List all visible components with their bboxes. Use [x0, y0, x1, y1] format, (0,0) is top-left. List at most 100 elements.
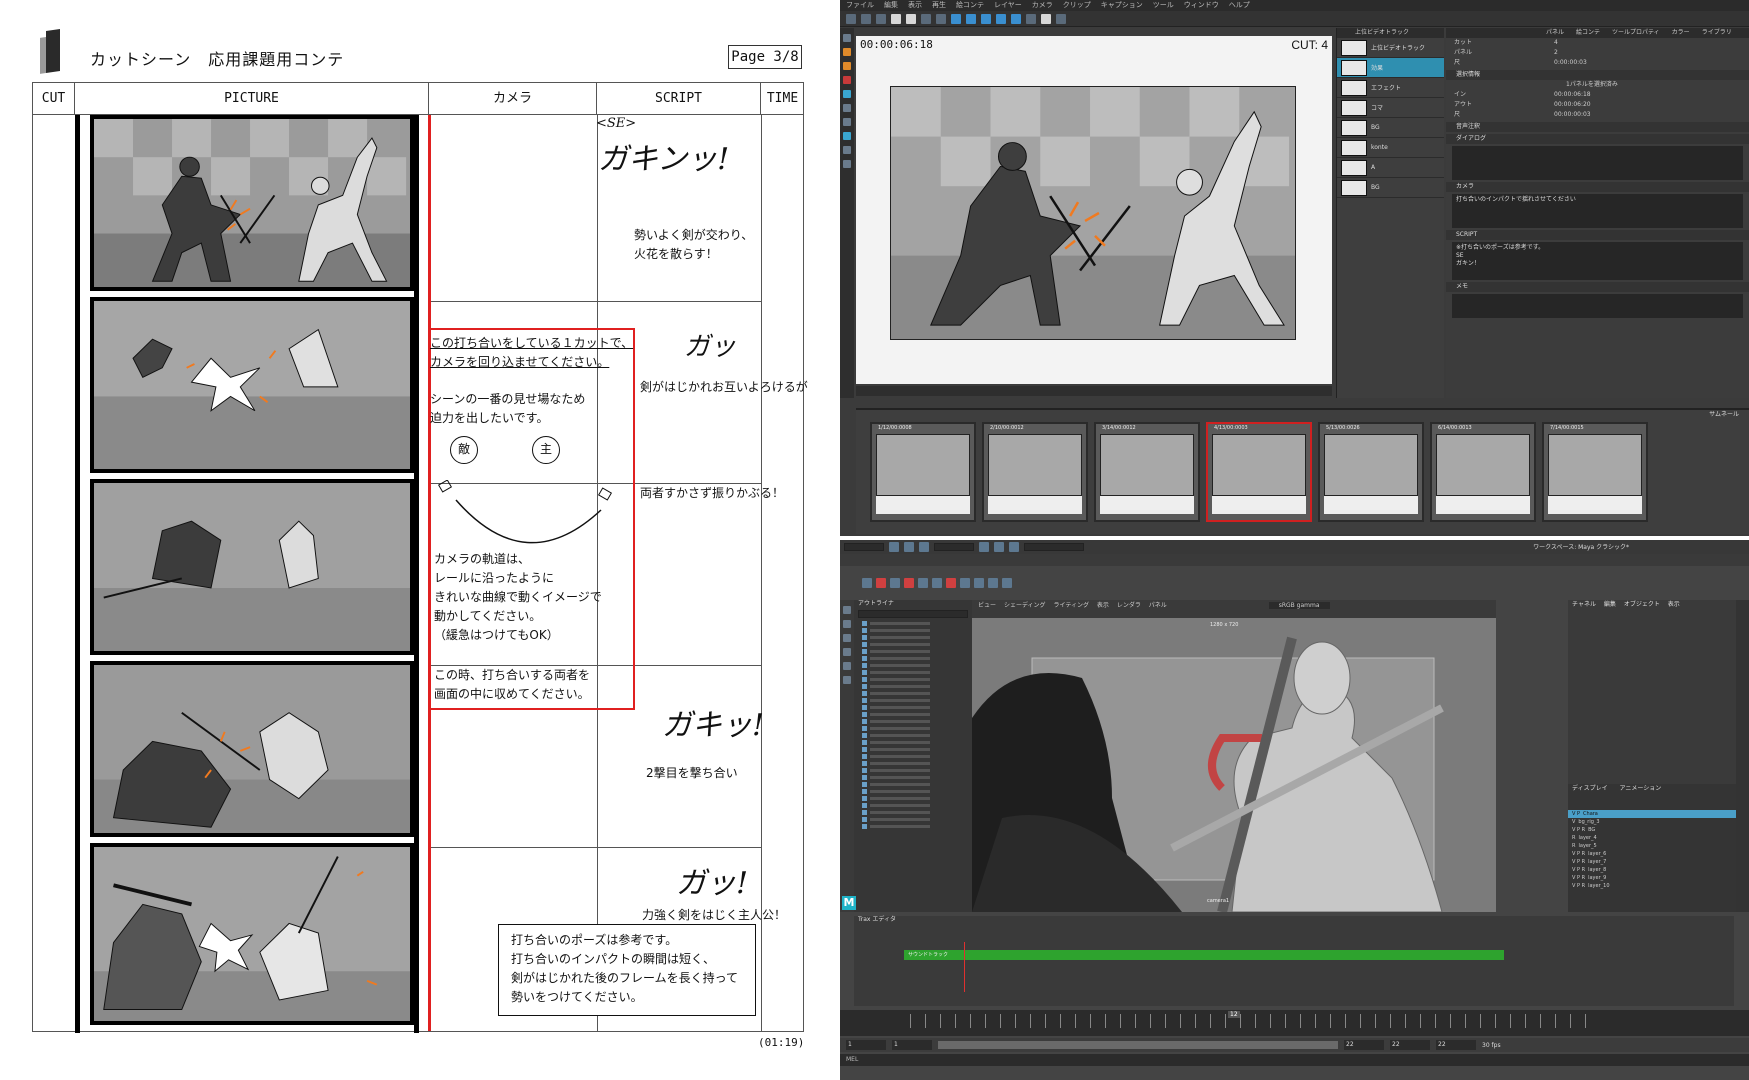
thumbnail-panel[interactable]: 2/10/00:0012	[982, 422, 1088, 522]
shelf-icon[interactable]	[904, 578, 914, 588]
sound-track[interactable]: サウンドトラック	[904, 950, 1504, 960]
vp-menu-show[interactable]: 表示	[1097, 602, 1109, 609]
menu-play[interactable]: 再生	[932, 0, 946, 11]
3d-viewport[interactable]: 1280 x 720 camera1	[972, 618, 1496, 912]
selection-info-section[interactable]: 選択情報	[1446, 70, 1749, 80]
display-layer-row[interactable]: V P Rlayer_7	[1568, 858, 1736, 866]
zoom-icon[interactable]	[1041, 13, 1051, 24]
outliner-item[interactable]	[854, 669, 972, 676]
cut-icon[interactable]	[921, 13, 931, 24]
tab-tool-properties[interactable]: ツールプロパティ	[1612, 28, 1660, 38]
script-section[interactable]: SCRIPT	[1446, 230, 1749, 240]
tab-storyboard[interactable]: 絵コンテ	[1576, 28, 1600, 38]
trax-time-cursor[interactable]	[964, 942, 965, 992]
display-layer-row[interactable]: Rlayer_4	[1568, 834, 1736, 842]
menu-layer[interactable]: レイヤー	[994, 0, 1022, 11]
end-frame-field[interactable]: 22	[1390, 1040, 1430, 1050]
settings-icon[interactable]	[1056, 13, 1066, 24]
display-layer-row[interactable]: V P Chara	[1568, 810, 1736, 818]
tab-color[interactable]: カラー	[1672, 28, 1690, 38]
lasso-tool-icon[interactable]	[843, 620, 851, 628]
render-icon[interactable]	[1009, 542, 1019, 552]
outliner-item[interactable]	[854, 816, 972, 823]
color-management-dropdown[interactable]: sRGB gamma	[1268, 602, 1330, 609]
tab-panel[interactable]: パネル	[1546, 28, 1564, 38]
prop-duration[interactable]: 尺 0:00:00:03	[1446, 58, 1749, 68]
outliner-item[interactable]	[854, 627, 972, 634]
layer-row-selected[interactable]: 効果	[1337, 58, 1444, 78]
save-scene-icon[interactable]	[919, 542, 929, 552]
storyboard-canvas[interactable]: 00:00:06:18 CUT: 4	[856, 36, 1332, 384]
thumbnail-panel[interactable]: 5/13/00:0026	[1318, 422, 1424, 522]
workspace-label[interactable]: ワークスペース: Maya クラシック*	[1533, 542, 1629, 551]
shelf-icon[interactable]	[932, 578, 942, 588]
shelf-icon[interactable]	[890, 578, 900, 588]
select-tool-icon[interactable]	[843, 606, 851, 614]
outliner-item[interactable]	[854, 788, 972, 795]
command-line[interactable]: MEL	[840, 1054, 1749, 1066]
thumbnail-panel[interactable]: 6/14/00:0013	[1430, 422, 1536, 522]
shelf-icon[interactable]	[960, 578, 970, 588]
shelf-icon[interactable]	[918, 578, 928, 588]
time-slider[interactable]: 12	[840, 1010, 1749, 1036]
display-layer-row[interactable]: Vbg_rig_3	[1568, 818, 1736, 826]
redo-icon[interactable]	[906, 13, 916, 24]
snap-curve-icon[interactable]	[994, 542, 1004, 552]
dialogue-field[interactable]	[1452, 146, 1743, 180]
panel-add-icon[interactable]	[966, 13, 976, 24]
outliner-item[interactable]	[854, 725, 972, 732]
outliner-item[interactable]	[854, 620, 972, 627]
memo-field[interactable]	[1452, 294, 1743, 318]
vp-menu-shading[interactable]: シェーディング	[1004, 602, 1046, 609]
menu-set-dropdown[interactable]	[844, 543, 884, 551]
outliner-item[interactable]	[854, 718, 972, 725]
move-tool-icon[interactable]	[843, 648, 851, 656]
paste-icon[interactable]	[951, 13, 961, 24]
tab-animation[interactable]: アニメーション	[1620, 785, 1662, 792]
script-field[interactable]: ※打ち合いのポーズは参考です。 SE ガキン！	[1452, 242, 1743, 280]
hand-tool-icon[interactable]	[843, 146, 851, 154]
paint-select-icon[interactable]	[843, 634, 851, 642]
camera-icon[interactable]	[996, 13, 1006, 24]
cb-menu-channels[interactable]: チャネル	[1572, 601, 1596, 608]
shelf-icon[interactable]	[862, 578, 872, 588]
outliner-item[interactable]	[854, 746, 972, 753]
thumbnail-panel[interactable]: 1/12/00:0008	[870, 422, 976, 522]
outliner-item[interactable]	[854, 739, 972, 746]
layer-row[interactable]: 上位ビデオトラック	[1337, 38, 1444, 58]
outliner-item[interactable]	[854, 732, 972, 739]
thumbnail-panel[interactable]: 3/14/00:0012	[1094, 422, 1200, 522]
fps-dropdown[interactable]: 30 fps	[1482, 1042, 1501, 1049]
menu-edit[interactable]: 編集	[884, 0, 898, 11]
new-scene-icon[interactable]	[889, 542, 899, 552]
layer-row[interactable]: BG	[1337, 118, 1444, 138]
shelf-icon[interactable]	[974, 578, 984, 588]
thumbnail-panel-selected[interactable]: 4/13/00:0003	[1206, 422, 1312, 522]
outliner-item[interactable]	[854, 809, 972, 816]
thumbnail-panel[interactable]: 7/14/00:0015	[1542, 422, 1648, 522]
outliner-item[interactable]	[854, 760, 972, 767]
menu-help[interactable]: ヘルプ	[1229, 0, 1250, 11]
outliner-item[interactable]	[854, 753, 972, 760]
layer-row[interactable]: BG	[1337, 178, 1444, 198]
text-tool-icon[interactable]	[843, 104, 851, 112]
display-layer-row[interactable]: V P Rlayer_8	[1568, 866, 1736, 874]
menu-tools[interactable]: ツール	[1153, 0, 1174, 11]
shelf-icon[interactable]	[946, 578, 956, 588]
outliner-item[interactable]	[854, 704, 972, 711]
shape-tool-icon[interactable]	[843, 90, 851, 98]
open-scene-icon[interactable]	[904, 542, 914, 552]
layer-panel-tab[interactable]: 上位ビデオトラック	[1337, 28, 1444, 38]
outliner-item[interactable]	[854, 662, 972, 669]
outliner-item[interactable]	[854, 676, 972, 683]
outliner-item[interactable]	[854, 711, 972, 718]
menu-camera[interactable]: カメラ	[1032, 0, 1053, 11]
select-tool-icon[interactable]	[843, 34, 851, 42]
menu-file[interactable]: ファイル	[846, 0, 874, 11]
loop-icon[interactable]	[1026, 13, 1036, 24]
camera-section[interactable]: カメラ	[1446, 182, 1749, 192]
snap-grid-icon[interactable]	[979, 542, 989, 552]
open-icon[interactable]	[861, 13, 871, 24]
vp-menu-panels[interactable]: パネル	[1149, 602, 1167, 609]
display-layer-row[interactable]: Rlayer_5	[1568, 842, 1736, 850]
